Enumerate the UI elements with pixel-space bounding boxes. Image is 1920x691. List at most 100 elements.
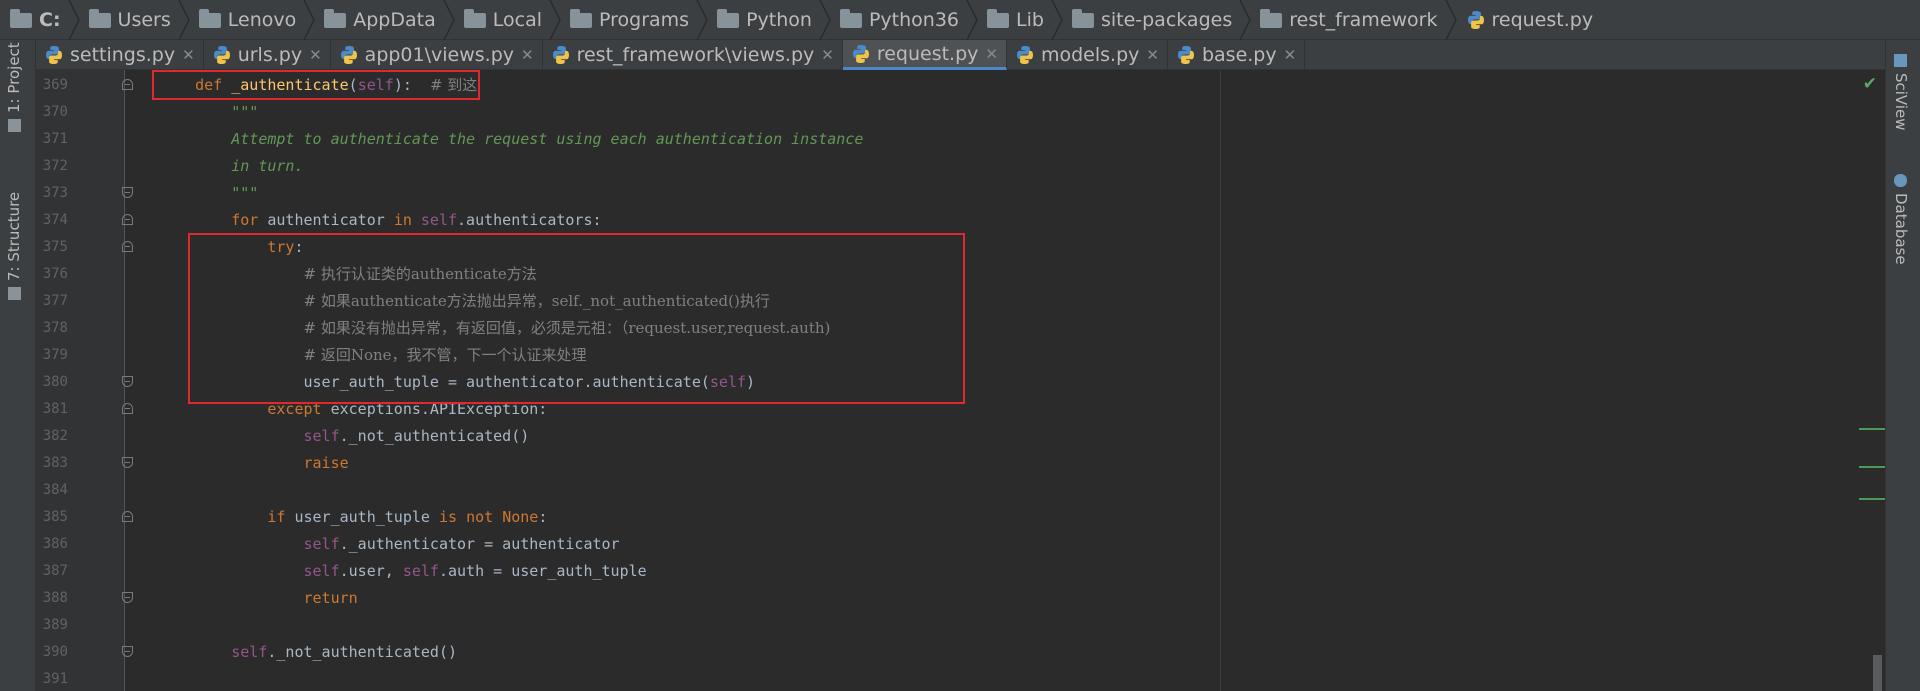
editor-tab[interactable]: base.py ✕	[1168, 40, 1306, 70]
sciview-tool-tab[interactable]: SciView	[1892, 54, 1910, 131]
line-number: 386	[42, 536, 68, 552]
code-line[interactable]: 391	[36, 666, 1885, 691]
editor-tab-label: urls.py	[237, 44, 303, 66]
close-icon[interactable]: ✕	[309, 46, 322, 64]
line-number: 390	[42, 644, 68, 660]
python-file-icon	[340, 46, 357, 64]
breadcrumb-label: Users	[117, 8, 171, 31]
breadcrumb-item[interactable]: Lenovo	[198, 0, 324, 40]
breadcrumb-separator	[67, 0, 80, 40]
breadcrumb-label: Lenovo	[227, 8, 297, 31]
breadcrumb-separator	[443, 0, 455, 40]
close-icon[interactable]: ✕	[821, 46, 834, 64]
close-icon[interactable]: ✕	[521, 46, 534, 64]
folder-icon	[1260, 9, 1283, 28]
folder-icon	[198, 9, 221, 28]
code-line[interactable]: 371 Attempt to authenticate the request …	[36, 126, 1885, 153]
folder-icon	[88, 9, 111, 28]
fold-icon[interactable]	[122, 241, 133, 252]
line-number: 372	[42, 158, 68, 174]
close-icon[interactable]: ✕	[182, 46, 195, 64]
database-tool-tab[interactable]: Database	[1892, 174, 1910, 265]
editor-tab[interactable]: request.py ✕	[842, 40, 1007, 70]
breadcrumb-item[interactable]: Python36	[839, 0, 987, 40]
code-text: return	[303, 589, 358, 607]
code-line[interactable]: 374 for authenticator in self.authentica…	[36, 207, 1885, 234]
fold-icon[interactable]	[122, 511, 133, 522]
breadcrumb-item[interactable]: site-packages	[1071, 0, 1260, 40]
folder-icon	[324, 9, 347, 28]
structure-tool-tab[interactable]: 7: Structure	[5, 192, 23, 300]
project-tool-tab[interactable]: 1: Project	[5, 42, 23, 132]
code-text: if user_auth_tuple is not None:	[267, 508, 548, 526]
python-file-icon	[46, 46, 62, 64]
close-icon[interactable]: ✕	[1146, 46, 1159, 64]
editor-tab[interactable]: settings.py ✕	[36, 40, 204, 70]
code-editor[interactable]: 369 def _authenticate(self): # 到这 370 """…	[36, 70, 1885, 691]
editor-tab[interactable]: urls.py ✕	[204, 40, 331, 70]
code-line[interactable]: 382 self._not_authenticated()	[36, 423, 1885, 450]
editor-tab[interactable]: models.py ✕	[1007, 40, 1168, 70]
breadcrumb-item[interactable]: AppData	[324, 0, 464, 40]
sciview-tool-label: SciView	[1892, 73, 1910, 131]
close-icon[interactable]: ✕	[1284, 46, 1297, 64]
fold-icon[interactable]	[122, 187, 133, 198]
code-text: self._not_authenticated()	[303, 427, 530, 445]
breadcrumb-item[interactable]: Users	[88, 0, 199, 40]
breadcrumb-item[interactable]: Python	[717, 0, 840, 40]
code-text: """	[159, 184, 259, 202]
fold-icon[interactable]	[122, 592, 133, 603]
fold-icon[interactable]	[122, 376, 133, 387]
line-number: 384	[42, 482, 68, 498]
python-file-icon	[1467, 10, 1484, 29]
code-text: Attempt to authenticate the request usin…	[159, 130, 864, 148]
editor-tab[interactable]: app01\views.py ✕	[331, 40, 543, 70]
code-line[interactable]: 373 """	[36, 180, 1885, 207]
code-line[interactable]: 372 in turn.	[36, 153, 1885, 180]
line-number: 391	[42, 671, 68, 687]
python-file-icon	[1016, 46, 1033, 64]
line-number: 389	[42, 617, 68, 633]
code-text: raise	[303, 454, 349, 472]
fold-icon[interactable]	[122, 457, 133, 468]
line-number: 379	[42, 347, 68, 363]
code-line[interactable]: 383 raise	[36, 450, 1885, 477]
line-number: 370	[42, 104, 68, 120]
line-number: 378	[42, 320, 68, 336]
breadcrumb-item[interactable]: rest_framework	[1260, 0, 1465, 40]
fold-icon[interactable]	[122, 79, 133, 90]
breadcrumb-label: Programs	[599, 8, 690, 31]
fold-icon[interactable]	[122, 403, 133, 414]
editor-tab-label: rest_framework\views.py	[576, 44, 815, 66]
code-line[interactable]: 388 return	[36, 585, 1885, 612]
breadcrumb-item[interactable]: Lib	[987, 0, 1072, 40]
fold-icon[interactable]	[122, 646, 133, 657]
code-line[interactable]: 390 self._not_authenticated()	[36, 639, 1885, 666]
code-line[interactable]: 384	[36, 477, 1885, 504]
breadcrumb-item[interactable]: request.py	[1466, 0, 1602, 40]
left-tool-window-bar: 1: Project 7: Structure	[0, 40, 36, 691]
breadcrumb-item[interactable]: Programs	[570, 0, 717, 40]
folder-icon	[570, 9, 592, 28]
close-icon[interactable]: ✕	[985, 45, 998, 63]
breadcrumb-label: Local	[492, 8, 542, 31]
code-text: """	[159, 103, 259, 121]
code-line[interactable]: 370 """	[36, 99, 1885, 126]
folder-icon	[1071, 9, 1094, 28]
structure-tool-label: 7: Structure	[5, 191, 23, 281]
line-number: 371	[42, 131, 68, 147]
code-line[interactable]: 385 if user_auth_tuple is not None:	[36, 504, 1885, 531]
editor-tab[interactable]: rest_framework\views.py ✕	[543, 40, 843, 70]
fold-icon[interactable]	[122, 214, 133, 225]
breadcrumb-separator	[696, 0, 708, 40]
code-line[interactable]: 387 self.user, self.auth = user_auth_tup…	[36, 558, 1885, 585]
breadcrumb-item[interactable]: Local	[463, 0, 570, 40]
vertical-scrollbar[interactable]	[1873, 655, 1882, 691]
breadcrumb-separator	[178, 0, 190, 40]
breadcrumb-separator	[966, 0, 978, 40]
folder-icon	[463, 9, 486, 28]
line-number: 375	[42, 239, 68, 255]
code-line[interactable]: 389	[36, 612, 1885, 639]
breadcrumb-item[interactable]: C:	[10, 0, 89, 40]
code-line[interactable]: 386 self._authenticator = authenticator	[36, 531, 1885, 558]
